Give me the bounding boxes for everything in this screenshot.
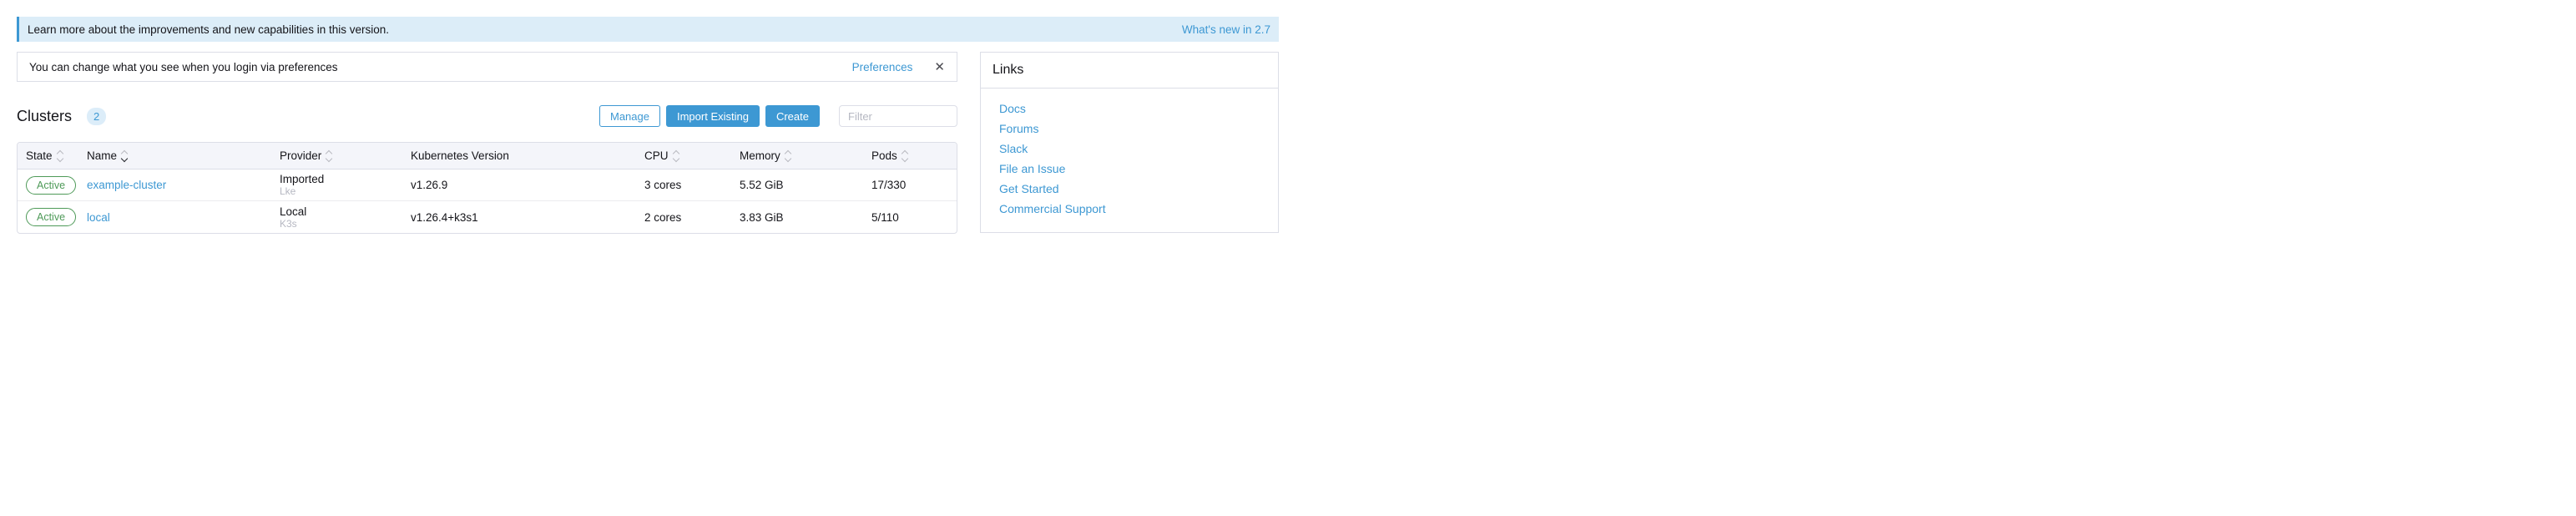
filter-input[interactable]: [839, 105, 957, 127]
preferences-banner-message: You can change what you see when you log…: [29, 61, 852, 73]
sort-chevrons-icon: [785, 151, 790, 161]
close-icon[interactable]: ✕: [934, 61, 945, 73]
clusters-header: Clusters 2 Manage Import Existing Create: [17, 105, 957, 127]
column-header-state[interactable]: State: [18, 149, 78, 162]
name-cell: example-cluster: [78, 179, 271, 191]
manage-button[interactable]: Manage: [599, 105, 660, 127]
link-slack[interactable]: Slack: [999, 143, 1278, 154]
column-header-memory[interactable]: Memory: [731, 149, 863, 162]
column-header-kubernetes-version: Kubernetes Version: [402, 149, 636, 162]
cpu-cell: 2 cores: [636, 211, 731, 224]
name-cell: local: [78, 211, 271, 224]
sort-chevrons-icon: [58, 151, 63, 161]
login-preferences-banner: You can change what you see when you log…: [17, 52, 957, 82]
cluster-name-link[interactable]: local: [87, 211, 110, 224]
whats-new-link[interactable]: What's new in 2.7: [1182, 23, 1270, 36]
column-header-name[interactable]: Name: [78, 149, 271, 162]
provider-cell: Imported Lke: [271, 173, 402, 197]
sort-chevrons-icon: [674, 151, 679, 161]
state-cell: Active: [18, 176, 78, 195]
link-forums[interactable]: Forums: [999, 123, 1278, 134]
sort-chevrons-icon: [902, 151, 907, 161]
table-row: Active local Local K3s v1.26.4+k3s1 2 co…: [18, 201, 957, 233]
cluster-count-badge: 2: [87, 108, 106, 125]
table-row: Active example-cluster Imported Lke v1.2…: [18, 169, 957, 201]
links-list: Docs Forums Slack File an Issue Get Star…: [981, 89, 1278, 232]
links-panel-title: Links: [981, 53, 1278, 89]
cpu-cell: 3 cores: [636, 179, 731, 191]
kubernetes-version-cell: v1.26.9: [402, 179, 636, 191]
link-get-started[interactable]: Get Started: [999, 183, 1278, 195]
link-file-an-issue[interactable]: File an Issue: [999, 163, 1278, 175]
column-header-provider[interactable]: Provider: [271, 149, 402, 162]
pods-cell: 5/110: [863, 211, 957, 224]
create-button[interactable]: Create: [765, 105, 820, 127]
import-existing-button[interactable]: Import Existing: [666, 105, 760, 127]
sort-chevrons-icon: [326, 151, 331, 161]
status-badge: Active: [26, 176, 76, 195]
version-info-banner: Learn more about the improvements and ne…: [17, 17, 1279, 42]
pods-cell: 17/330: [863, 179, 957, 191]
page-title: Clusters: [17, 108, 72, 125]
status-badge: Active: [26, 208, 76, 226]
main-column: You can change what you see when you log…: [17, 52, 957, 234]
links-panel: Links Docs Forums Slack File an Issue Ge…: [980, 52, 1279, 233]
link-commercial-support[interactable]: Commercial Support: [999, 203, 1278, 215]
cluster-actions: Manage Import Existing Create: [599, 105, 957, 127]
memory-cell: 3.83 GiB: [731, 211, 863, 224]
column-header-pods[interactable]: Pods: [863, 149, 957, 162]
cluster-name-link[interactable]: example-cluster: [87, 179, 166, 191]
provider-cell: Local K3s: [271, 205, 402, 230]
preferences-link[interactable]: Preferences: [852, 61, 913, 73]
version-banner-message: Learn more about the improvements and ne…: [28, 23, 389, 36]
content-area: You can change what you see when you log…: [17, 52, 1279, 234]
table-header-row: State Name Provider Kubernetes Version C…: [18, 143, 957, 169]
memory-cell: 5.52 GiB: [731, 179, 863, 191]
state-cell: Active: [18, 208, 78, 226]
link-docs[interactable]: Docs: [999, 103, 1278, 114]
sort-chevrons-icon: [122, 151, 127, 161]
column-header-cpu[interactable]: CPU: [636, 149, 731, 162]
clusters-table: State Name Provider Kubernetes Version C…: [17, 142, 957, 234]
kubernetes-version-cell: v1.26.4+k3s1: [402, 211, 636, 224]
